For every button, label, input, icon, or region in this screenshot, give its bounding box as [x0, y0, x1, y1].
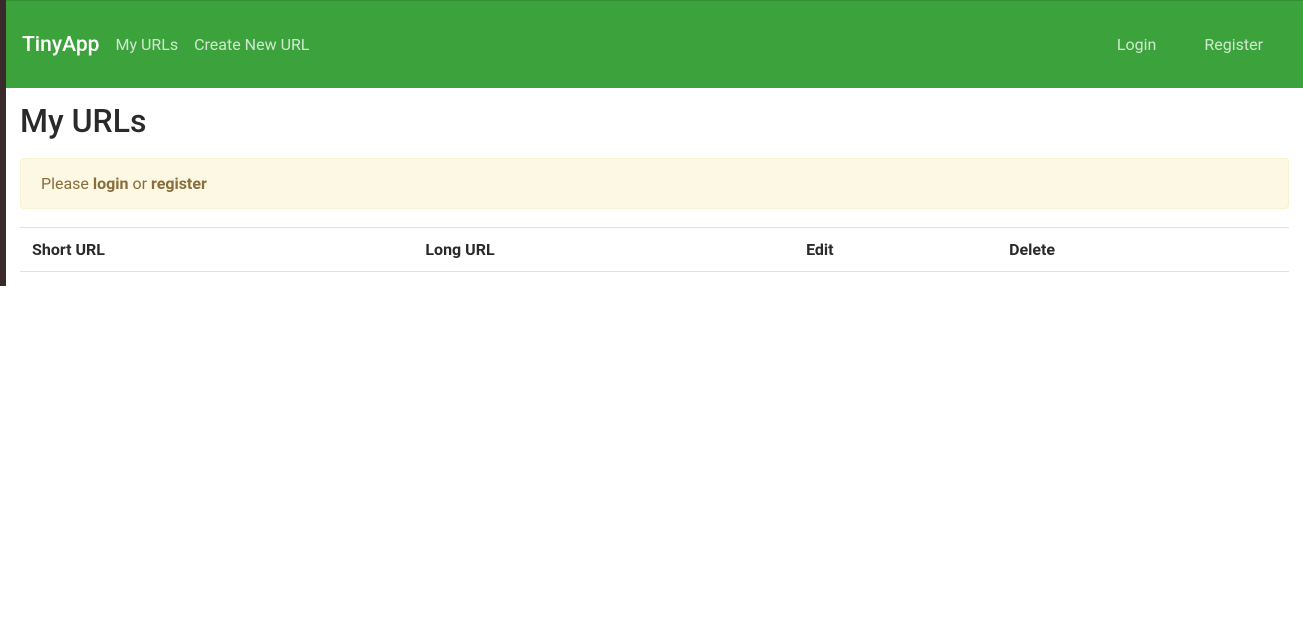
alert-register-text: register — [151, 174, 207, 193]
nav-links: My URLs Create New URL — [115, 35, 309, 54]
th-delete: Delete — [997, 228, 1289, 272]
alert-prefix: Please — [41, 174, 93, 193]
table-header-row: Short URL Long URL Edit Delete — [20, 228, 1289, 272]
th-long-url: Long URL — [413, 228, 794, 272]
nav-left: TinyApp My URLs Create New URL — [22, 33, 309, 57]
th-short-url: Short URL — [20, 228, 413, 272]
page-title: My URLs — [20, 102, 1289, 140]
nav-register[interactable]: Register — [1204, 35, 1263, 54]
nav-my-urls[interactable]: My URLs — [115, 35, 178, 54]
alert-middle: or — [129, 174, 151, 193]
urls-table: Short URL Long URL Edit Delete — [20, 227, 1289, 272]
navbar: TinyApp My URLs Create New URL Login Reg… — [6, 0, 1303, 88]
nav-login[interactable]: Login — [1117, 35, 1156, 54]
nav-create-new-url[interactable]: Create New URL — [194, 35, 309, 54]
alert-login-text: login — [93, 174, 129, 193]
nav-right: Login Register — [1117, 35, 1287, 54]
main-container: My URLs Please login or register Short U… — [6, 88, 1303, 286]
alert-warning: Please login or register — [20, 158, 1289, 209]
brand-link[interactable]: TinyApp — [22, 33, 99, 57]
table-header: Short URL Long URL Edit Delete — [20, 228, 1289, 272]
th-edit: Edit — [794, 228, 997, 272]
